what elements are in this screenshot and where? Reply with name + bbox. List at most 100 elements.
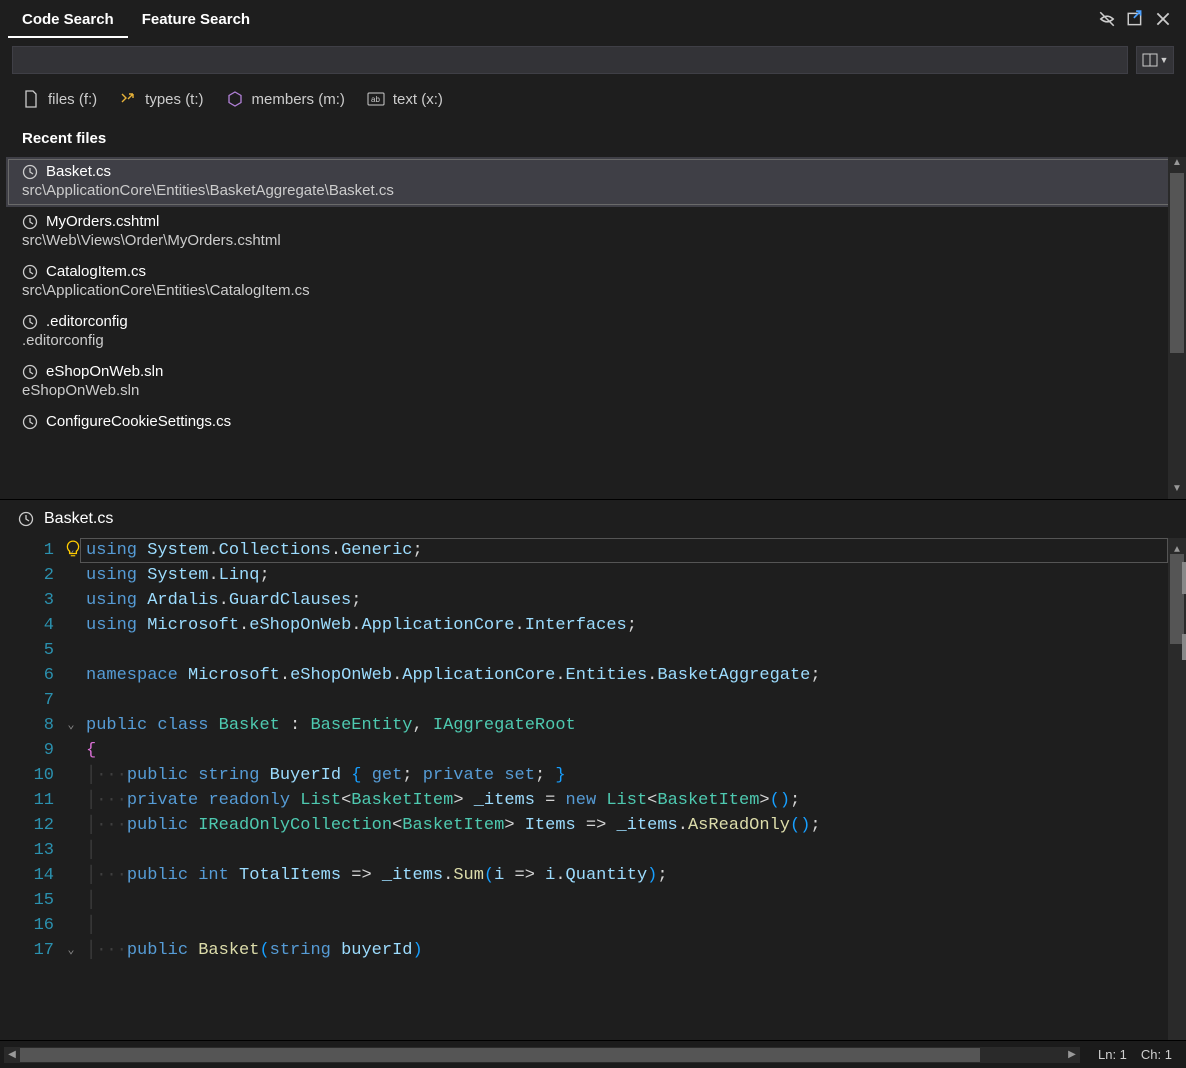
code-line[interactable]: 11│···private readonly List<BasketItem> … bbox=[0, 788, 1168, 813]
filter-members[interactable]: members (m:) bbox=[226, 90, 345, 108]
clock-icon bbox=[18, 511, 34, 527]
file-icon bbox=[22, 90, 40, 108]
svg-text:ab: ab bbox=[371, 95, 380, 104]
result-name: CatalogItem.cs bbox=[46, 263, 146, 280]
line-number: 8 bbox=[0, 713, 62, 738]
editor-scrollbar-vertical[interactable]: ▲ bbox=[1168, 538, 1186, 1040]
scroll-down-icon[interactable]: ▼ bbox=[1172, 483, 1182, 499]
line-number: 11 bbox=[0, 788, 62, 813]
code-line[interactable]: 10│···public string BuyerId { get; priva… bbox=[0, 763, 1168, 788]
line-number: 9 bbox=[0, 738, 62, 763]
line-number: 6 bbox=[0, 663, 62, 688]
line-number: 17 bbox=[0, 938, 62, 963]
fold-toggle[interactable] bbox=[62, 563, 80, 588]
statusbar: ◀ ▶ Ln: 1 Ch: 1 bbox=[0, 1040, 1186, 1068]
result-item[interactable]: Basket.cs src\ApplicationCore\Entities\B… bbox=[6, 157, 1180, 207]
code-line[interactable]: 3using Ardalis.GuardClauses; bbox=[0, 588, 1168, 613]
results-scroll-thumb[interactable] bbox=[1170, 173, 1184, 353]
fold-toggle[interactable] bbox=[62, 738, 80, 763]
clock-icon bbox=[22, 264, 38, 280]
tab-feature-search[interactable]: Feature Search bbox=[128, 1, 264, 38]
fold-toggle[interactable] bbox=[62, 913, 80, 938]
fold-toggle[interactable] bbox=[62, 588, 80, 613]
result-path: src\ApplicationCore\Entities\CatalogItem… bbox=[22, 282, 1164, 299]
titlebar: Code Search Feature Search bbox=[0, 0, 1186, 38]
fold-toggle[interactable] bbox=[62, 688, 80, 713]
result-path: src\Web\Views\Order\MyOrders.cshtml bbox=[22, 232, 1164, 249]
code-line[interactable]: 13│ bbox=[0, 838, 1168, 863]
result-name: ConfigureCookieSettings.cs bbox=[46, 413, 231, 430]
line-number: 13 bbox=[0, 838, 62, 863]
fold-toggle[interactable] bbox=[62, 788, 80, 813]
code-line[interactable]: 8⌄public class Basket : BaseEntity, IAgg… bbox=[0, 713, 1168, 738]
fold-toggle[interactable] bbox=[62, 888, 80, 913]
view-options-button[interactable]: ▼ bbox=[1136, 46, 1174, 74]
line-number: 14 bbox=[0, 863, 62, 888]
close-icon[interactable] bbox=[1154, 10, 1172, 28]
result-item[interactable]: .editorconfig .editorconfig bbox=[0, 307, 1186, 357]
line-number: 12 bbox=[0, 813, 62, 838]
line-number: 5 bbox=[0, 638, 62, 663]
line-number: 4 bbox=[0, 613, 62, 638]
code-line[interactable]: 4using Microsoft.eShopOnWeb.ApplicationC… bbox=[0, 613, 1168, 638]
result-item[interactable]: CatalogItem.cs src\ApplicationCore\Entit… bbox=[0, 257, 1186, 307]
fold-toggle[interactable]: ⌄ bbox=[62, 713, 80, 738]
status-line: Ln: 1 bbox=[1098, 1047, 1127, 1062]
fold-toggle[interactable] bbox=[62, 663, 80, 688]
preview-filename: Basket.cs bbox=[44, 510, 113, 528]
text-icon: ab bbox=[367, 90, 385, 108]
search-input[interactable] bbox=[12, 46, 1128, 74]
code-line[interactable]: 16│ bbox=[0, 913, 1168, 938]
result-name: eShopOnWeb.sln bbox=[46, 363, 163, 380]
line-number: 15 bbox=[0, 888, 62, 913]
fold-toggle[interactable] bbox=[62, 863, 80, 888]
code-line[interactable]: 12│···public IReadOnlyCollection<BasketI… bbox=[0, 813, 1168, 838]
code-line[interactable]: 6namespace Microsoft.eShopOnWeb.Applicat… bbox=[0, 663, 1168, 688]
fold-toggle[interactable] bbox=[62, 613, 80, 638]
filter-text-label: text (x:) bbox=[393, 91, 443, 108]
editor-scroll-marker bbox=[1182, 562, 1186, 594]
editor-scroll-marker bbox=[1182, 634, 1186, 660]
filter-types[interactable]: types (t:) bbox=[119, 90, 203, 108]
result-name: .editorconfig bbox=[46, 313, 128, 330]
fold-toggle[interactable] bbox=[62, 763, 80, 788]
scroll-left-icon[interactable]: ◀ bbox=[4, 1049, 20, 1060]
code-editor[interactable]: 1⌄using System.Collections.Generic;2usin… bbox=[0, 538, 1186, 1040]
fold-toggle[interactable] bbox=[62, 838, 80, 863]
editor-scrollbar-horizontal[interactable]: ◀ ▶ bbox=[4, 1047, 1080, 1063]
result-item[interactable]: eShopOnWeb.sln eShopOnWeb.sln bbox=[0, 357, 1186, 407]
editor-hscroll-thumb[interactable] bbox=[20, 1048, 980, 1062]
fold-toggle[interactable] bbox=[62, 813, 80, 838]
code-line[interactable]: 2using System.Linq; bbox=[0, 563, 1168, 588]
filter-files[interactable]: files (f:) bbox=[22, 90, 97, 108]
filter-text[interactable]: ab text (x:) bbox=[367, 90, 443, 108]
status-char: Ch: 1 bbox=[1141, 1047, 1172, 1062]
tab-code-search[interactable]: Code Search bbox=[8, 1, 128, 38]
code-line[interactable]: 9{ bbox=[0, 738, 1168, 763]
fold-toggle[interactable] bbox=[62, 638, 80, 663]
scroll-up-icon[interactable]: ▲ bbox=[1172, 157, 1182, 173]
result-item[interactable]: MyOrders.cshtml src\Web\Views\Order\MyOr… bbox=[0, 207, 1186, 257]
filter-files-label: files (f:) bbox=[48, 91, 97, 108]
scroll-up-icon[interactable]: ▲ bbox=[1174, 538, 1180, 554]
line-number: 1 bbox=[0, 538, 62, 563]
code-line[interactable]: 15│ bbox=[0, 888, 1168, 913]
types-icon bbox=[119, 90, 137, 108]
fold-toggle[interactable]: ⌄ bbox=[62, 938, 80, 963]
result-path: src\ApplicationCore\Entities\BasketAggre… bbox=[22, 182, 1164, 199]
code-line[interactable]: 7 bbox=[0, 688, 1168, 713]
clock-icon bbox=[22, 214, 38, 230]
preview-toggle-icon[interactable] bbox=[1098, 10, 1116, 28]
results-scrollbar[interactable]: ▲ ▼ bbox=[1168, 157, 1186, 499]
dock-icon[interactable] bbox=[1126, 10, 1144, 28]
result-name: Basket.cs bbox=[46, 163, 111, 180]
result-item[interactable]: ConfigureCookieSettings.cs bbox=[0, 407, 1186, 438]
code-line[interactable]: 5 bbox=[0, 638, 1168, 663]
code-line[interactable]: 17⌄│···public Basket(string buyerId) bbox=[0, 938, 1168, 963]
scroll-right-icon[interactable]: ▶ bbox=[1064, 1049, 1080, 1060]
code-line[interactable]: 14│···public int TotalItems => _items.Su… bbox=[0, 863, 1168, 888]
members-icon bbox=[226, 90, 244, 108]
lightbulb-icon[interactable] bbox=[64, 540, 82, 558]
line-number: 7 bbox=[0, 688, 62, 713]
code-line[interactable]: 1⌄using System.Collections.Generic; bbox=[0, 538, 1168, 563]
